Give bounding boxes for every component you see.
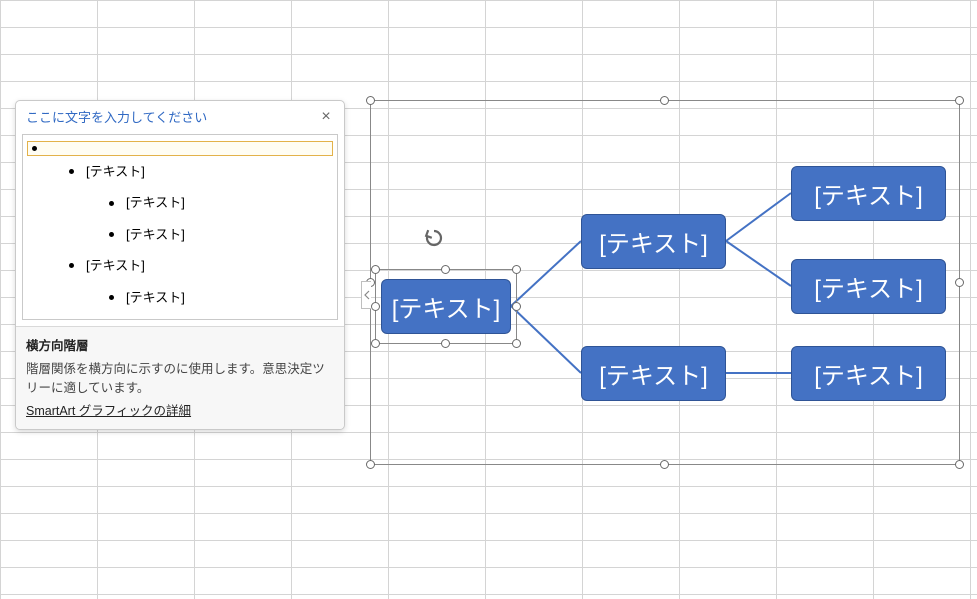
text-pane-prompt: ここに文字を入力してください — [26, 107, 207, 126]
node-leaf-3[interactable]: [テキスト] — [791, 346, 946, 401]
outline-item-4[interactable]: [テキスト] — [27, 250, 333, 281]
canvas-handle-s[interactable] — [660, 460, 669, 469]
bullet-icon — [109, 295, 114, 300]
smartart-details-link[interactable]: SmartArt グラフィックの詳細 — [26, 400, 191, 419]
canvas-handle-e[interactable] — [955, 278, 964, 287]
outline-item-1[interactable]: [テキスト] — [27, 156, 333, 187]
node-handle-se[interactable] — [512, 339, 521, 348]
bullet-icon — [69, 263, 74, 268]
node-handle-sw[interactable] — [371, 339, 380, 348]
node-handle-w[interactable] — [371, 302, 380, 311]
node-selection-frame — [375, 269, 517, 344]
canvas-handle-se[interactable] — [955, 460, 964, 469]
text-pane-header: ここに文字を入力してください × — [16, 101, 344, 130]
outline-item-5[interactable]: [テキスト] — [27, 282, 333, 313]
canvas-handle-nw[interactable] — [366, 96, 375, 105]
text-pane-list[interactable]: [テキスト] [テキスト] [テキスト] [テキスト] [テキスト] — [22, 134, 338, 320]
canvas-handle-sw[interactable] — [366, 460, 375, 469]
node-handle-ne[interactable] — [512, 265, 521, 274]
outline-item-text: [テキスト] — [126, 286, 185, 309]
rotate-icon[interactable] — [423, 227, 445, 249]
layout-description-body: 階層関係を横方向に示すのに使用します。意思決定ツリーに適しています。 — [26, 358, 334, 396]
smartart-canvas[interactable]: [テキスト] [テキスト] [テキスト] [テキスト] [テキスト] [テキスト… — [370, 100, 960, 465]
node-child-1[interactable]: [テキスト] — [581, 214, 726, 269]
outline-item-2[interactable]: [テキスト] — [27, 187, 333, 218]
outline-item-text: [テキスト] — [86, 254, 145, 277]
node-leaf-2[interactable]: [テキスト] — [791, 259, 946, 314]
bullet-icon — [32, 146, 37, 151]
outline-item-text: [テキスト] — [86, 160, 145, 183]
bullet-icon — [109, 201, 114, 206]
close-icon[interactable]: × — [318, 109, 334, 125]
layout-name: 横方向階層 — [26, 335, 334, 354]
text-pane-toggle-tab[interactable] — [361, 281, 371, 309]
outline-item-text: [テキスト] — [126, 223, 185, 246]
text-pane-description: 横方向階層 階層関係を横方向に示すのに使用します。意思決定ツリーに適しています。… — [16, 326, 344, 429]
node-handle-s[interactable] — [441, 339, 450, 348]
canvas-handle-ne[interactable] — [955, 96, 964, 105]
node-handle-nw[interactable] — [371, 265, 380, 274]
node-handle-e[interactable] — [512, 302, 521, 311]
outline-item-3[interactable]: [テキスト] — [27, 219, 333, 250]
node-leaf-1[interactable]: [テキスト] — [791, 166, 946, 221]
canvas-handle-n[interactable] — [660, 96, 669, 105]
bullet-icon — [109, 232, 114, 237]
outline-item-0[interactable] — [27, 141, 333, 156]
outline-item-text: [テキスト] — [126, 191, 185, 214]
smartart-text-pane[interactable]: ここに文字を入力してください × [テキスト][テキスト][テキスト][テキスト… — [15, 100, 345, 430]
node-child-2[interactable]: [テキスト] — [581, 346, 726, 401]
node-handle-n[interactable] — [441, 265, 450, 274]
bullet-icon — [69, 169, 74, 174]
